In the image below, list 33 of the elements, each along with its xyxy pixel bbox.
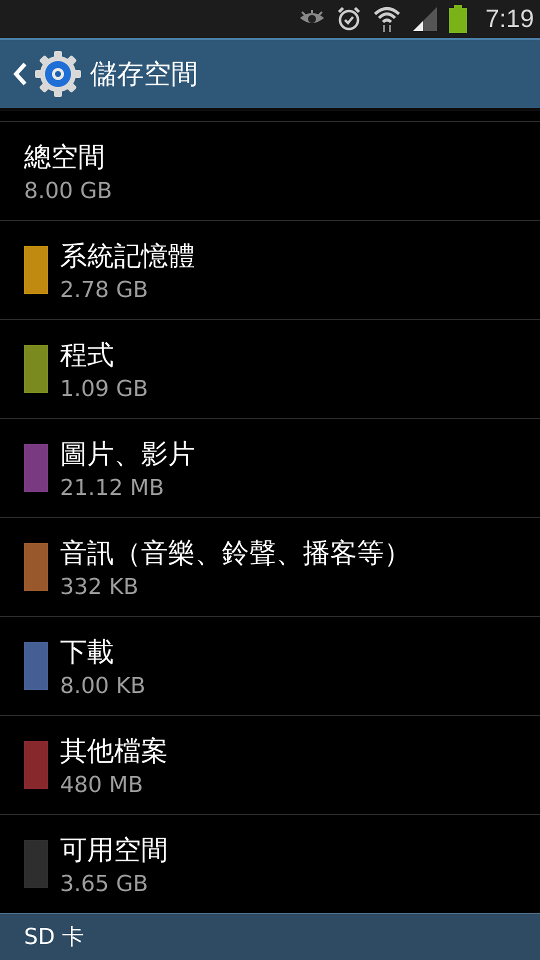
signal-icon [413,7,438,31]
storage-label: 音訊（音樂、鈴聲、播客等） [60,536,411,570]
clock-time: 7:19 [485,4,534,34]
storage-label: 可用空間 [60,834,168,868]
storage-size: 1.09 GB [60,376,148,402]
storage-size: 332 KB [60,574,140,600]
section-title: SD 卡 [24,924,84,952]
storage-row[interactable]: 下載 8.00 KB [0,616,540,715]
storage-size: 8.00 GB [24,178,112,204]
storage-size: 2.78 GB [60,278,150,302]
storage-row[interactable]: 音訊（音樂、鈴聲、播客等） 332 KB [0,517,540,616]
wifi-icon [373,5,402,33]
storage-label: 系統記憶體 [60,240,195,274]
storage-label: 圖片、影片 [60,438,195,472]
screen-title: 儲存空間 [90,58,198,92]
storage-label: 下載 [60,636,115,670]
storage-row[interactable]: 其他檔案 480 MB [0,715,540,814]
storage-row[interactable]: 程式 1.09 GB [0,319,540,418]
storage-label: 總空間 [24,140,106,174]
storage-row[interactable]: 總空間 8.00 GB [0,121,540,220]
alarm-icon [337,6,362,32]
battery-icon [449,5,468,33]
storage-label: 其他檔案 [60,734,168,768]
storage-row[interactable]: 圖片、影片 21.12 MB [0,418,540,517]
storage-size: 3.65 GB [60,872,150,896]
storage-row[interactable]: 系統記憶體 2.78 GB [0,220,540,319]
back-button[interactable] [12,50,82,98]
storage-size: 8.00 KB [60,674,146,698]
storage-size: 480 MB [60,772,144,798]
storage-size: 21.12 MB [60,476,166,500]
storage-label: 程式 [60,338,115,372]
back-icon [12,61,28,87]
gear-icon [34,50,82,98]
